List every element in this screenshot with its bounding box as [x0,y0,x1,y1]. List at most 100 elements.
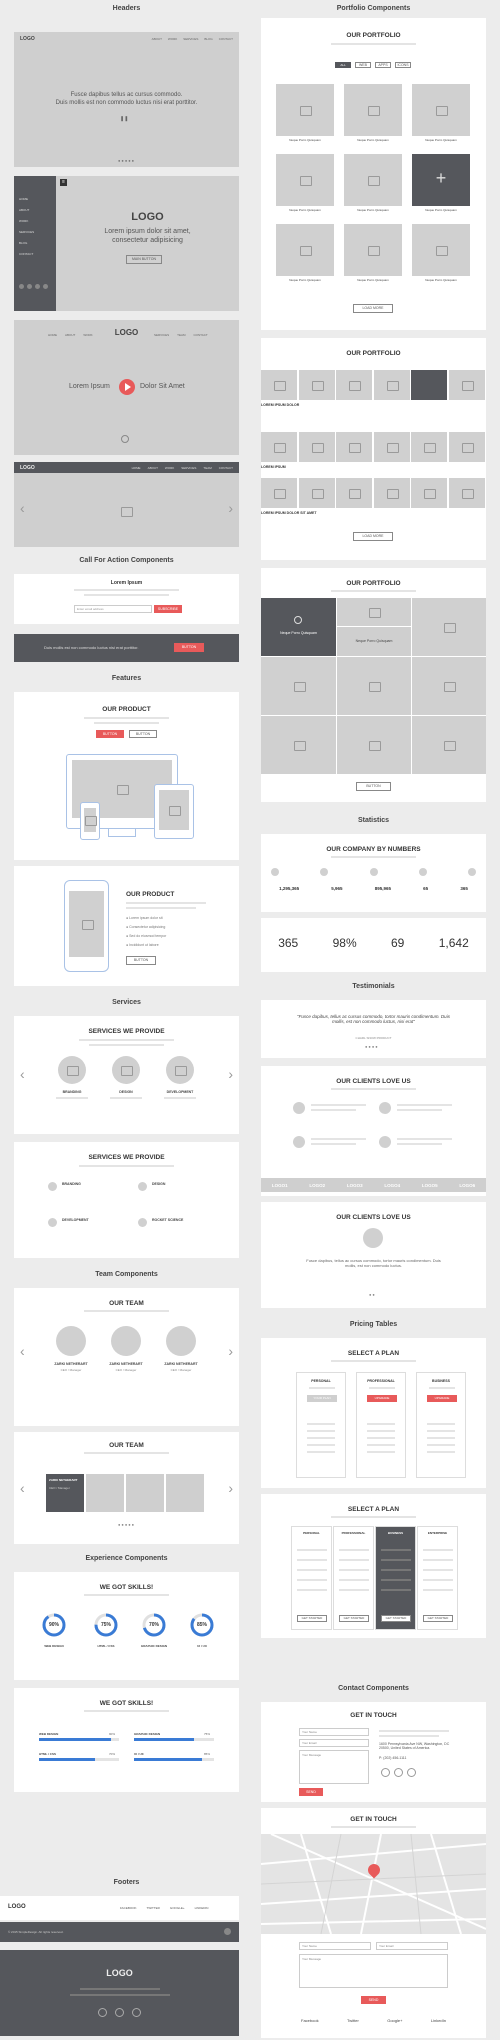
pause-icon[interactable]: ❚❚ [120,116,128,122]
slider-dots[interactable]: ●●●● [365,1044,379,1049]
portfolio-tile[interactable] [448,432,485,462]
name-field[interactable]: Your Name [299,1728,369,1736]
twitter-icon[interactable] [394,1768,403,1777]
nav-item-contact[interactable]: CONTACT [193,333,207,337]
social-icon[interactable] [35,284,40,289]
facebook-icon[interactable] [381,1768,390,1777]
slider-dots[interactable]: ●●●●● [118,158,135,163]
portfolio-tile-active[interactable]: Neque Porro Quisquam [261,598,336,656]
nav-item-team[interactable]: TEAM [203,466,211,470]
portfolio-tile[interactable] [412,657,486,715]
subscribe-button[interactable]: SUBSCRIBE [154,605,182,613]
portfolio-tile[interactable] [373,432,410,462]
nav-item-about[interactable]: ABOUT [148,466,158,470]
portfolio-tile[interactable] [261,657,336,715]
back-to-top-icon[interactable] [224,1928,231,1935]
nav-item-contact[interactable]: CONTACT [219,466,233,470]
google-plus-icon[interactable] [132,2008,141,2017]
portfolio-tile[interactable] [276,224,334,276]
team-tile[interactable] [166,1474,204,1512]
portfolio-tile[interactable] [412,598,486,656]
portfolio-tile[interactable] [276,154,334,206]
nav-item-work[interactable]: WORK [165,466,174,470]
portfolio-tile[interactable] [298,370,335,400]
portfolio-tile[interactable] [344,84,402,136]
portfolio-tile[interactable] [261,370,297,400]
slider-dots[interactable]: ●●●●● [118,1522,135,1527]
get-started-button[interactable]: GET STARTED [297,1615,327,1622]
prev-arrow-icon[interactable]: ‹ [20,500,25,516]
filter-apps[interactable]: APPS [375,62,391,68]
portfolio-tile[interactable] [411,478,447,508]
portfolio-tile[interactable] [337,716,411,774]
portfolio-tile[interactable] [337,598,411,626]
next-arrow-icon[interactable]: › [228,1066,233,1082]
portfolio-tile[interactable] [344,154,402,206]
side-nav-work[interactable]: WORK [19,216,34,227]
load-more-button[interactable]: LOAD MORE [353,304,393,313]
team-tile-active[interactable]: ZARKI NETHERART CEO / Manager [46,1474,84,1512]
portfolio-tile[interactable] [412,224,470,276]
send-button[interactable]: SEND [299,1788,323,1796]
link-linkedin[interactable]: LinkedIn [431,2018,446,2023]
portfolio-tile[interactable] [344,224,402,276]
load-more-button[interactable]: LOAD MORE [353,532,393,541]
portfolio-tile[interactable] [448,370,485,400]
prev-arrow-icon[interactable]: ‹ [20,1066,25,1082]
footer-link-google[interactable]: GOOGLE+ [170,1906,185,1910]
portfolio-tile[interactable] [298,432,335,462]
portfolio-tile-active[interactable] [411,370,447,400]
menu-icon[interactable]: ≡ [60,179,67,186]
prev-arrow-icon[interactable]: ‹ [20,1480,25,1496]
get-started-button[interactable]: GET STARTED [381,1615,411,1622]
cta-button[interactable]: BUTTON [174,643,204,652]
portfolio-tile[interactable] [412,716,486,774]
social-icon[interactable] [19,284,24,289]
secondary-button[interactable]: BUTTON [129,730,157,738]
scroll-down-icon[interactable] [121,435,129,443]
nav-item-team[interactable]: TEAM [177,333,185,337]
portfolio-tile[interactable] [448,478,485,508]
nav-item-work[interactable]: WORK [168,37,177,41]
plan-button[interactable]: UPGRADE [427,1395,457,1402]
portfolio-button[interactable]: BUTTON [356,782,391,791]
message-field[interactable]: Your Message [299,1954,448,1988]
link-twitter[interactable]: Twitter [347,2018,359,2023]
email-field[interactable]: Your Email [299,1739,369,1747]
portfolio-tile[interactable] [298,478,335,508]
team-tile[interactable] [86,1474,124,1512]
main-button[interactable]: MAIN BUTTON [126,255,162,264]
footer-link-twitter[interactable]: TWITTER [147,1906,160,1910]
name-field[interactable]: Your Name [299,1942,371,1950]
portfolio-tile-caption[interactable]: Neque Porro Quisquam [337,627,411,656]
link-facebook[interactable]: Facebook [301,2018,319,2023]
side-nav-home[interactable]: HOME [19,194,34,205]
portfolio-tile[interactable] [261,478,297,508]
plan-button[interactable]: UPGRADE [367,1395,397,1402]
nav-item-home[interactable]: HOME [132,466,141,470]
portfolio-tile[interactable] [373,478,410,508]
plan-button[interactable]: YOUR PLAN [307,1395,337,1402]
side-nav-services[interactable]: SERVICES [19,227,34,238]
side-nav-contact[interactable]: CONTACT [19,249,34,260]
portfolio-tile[interactable] [412,84,470,136]
footer-link-linkedin[interactable]: LINKEDIN [195,1906,209,1910]
email-field[interactable]: Your Email [376,1942,448,1950]
portfolio-tile[interactable] [337,657,411,715]
google-plus-icon[interactable] [407,1768,416,1777]
filter-icons[interactable]: ICONS [395,62,411,68]
next-arrow-icon[interactable]: › [228,1343,233,1359]
nav-item-services[interactable]: SERVICES [183,37,198,41]
social-icon[interactable] [27,284,32,289]
filter-all[interactable]: ALL [335,62,351,68]
nav-item-blog[interactable]: BLOG [204,37,212,41]
portfolio-tile[interactable] [276,84,334,136]
email-input[interactable]: Enter email address [74,605,152,613]
slider-dots[interactable]: ●● [369,1292,376,1297]
filter-web[interactable]: WEB [355,62,371,68]
get-started-button[interactable]: GET STARTED [423,1615,453,1622]
portfolio-tile[interactable] [373,370,410,400]
social-icon[interactable] [43,284,48,289]
portfolio-tile[interactable] [336,370,372,400]
map[interactable] [261,1834,486,1934]
